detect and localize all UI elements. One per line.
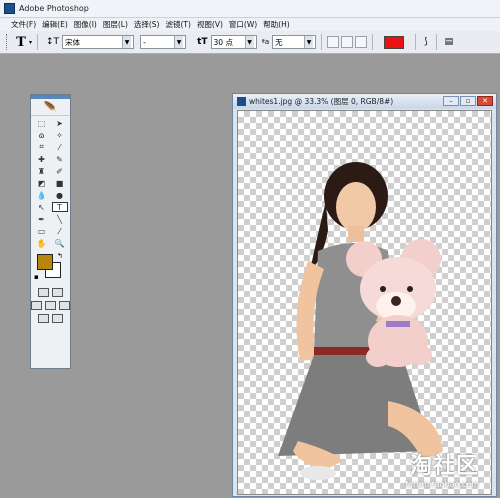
toolbox: 🪶 ⬚ ➤ ɷ ✧ ⌗ ⁄ ✚ ✎ ♜ ✐ ◩ ■ 💧 ● ↖ T ✒ ╲ ▭ … [30,94,71,369]
options-bar: T ▾ ↕T 宋体 ▼ - ▼ tT 30 点 ▼ ªa 无 ▼ ⟆ ▤ [0,31,500,54]
antialias-label: ªa [261,38,270,46]
close-button[interactable]: ✕ [477,96,493,106]
quick-mask-mode-icon[interactable] [52,288,63,297]
standard-mode-icon[interactable] [38,288,49,297]
brush-tool-icon[interactable]: ✎ [52,154,68,164]
text-color-swatch[interactable] [384,35,405,49]
tool-grid: ⬚ ➤ ɷ ✧ ⌗ ⁄ ✚ ✎ ♜ ✐ ◩ ■ 💧 ● ↖ T ✒ ╲ ▭ ⁄ … [31,116,70,250]
menu-item[interactable]: 帮助(H) [260,19,293,30]
chevron-down-icon: ▼ [244,36,254,48]
options-grip[interactable] [6,34,9,50]
eyedropper-tool-icon[interactable]: ⁄ [52,226,68,236]
menu-bar: 文件(F) 编辑(E) 图像(I) 图层(L) 选择(S) 滤镜(T) 视图(V) 窗口(W)… [0,18,500,31]
chevron-down-icon: ▼ [304,36,314,48]
divider [372,34,374,50]
slice-tool-icon[interactable]: ⁄ [52,142,68,152]
align-group [327,36,368,48]
marquee-tool-icon[interactable]: ⬚ [34,118,50,128]
window-controls: – ▫ ✕ [443,96,493,106]
subject-photo [278,162,451,480]
foreground-color-swatch[interactable] [37,254,53,270]
divider [321,34,323,50]
lasso-tool-icon[interactable]: ɷ [34,130,50,140]
dodge-tool-icon[interactable]: ● [52,190,68,200]
feather-logo-icon[interactable]: 🪶 [31,99,70,116]
menu-item[interactable]: 窗口(W) [226,19,260,30]
app-title: Adobe Photoshop [19,4,89,13]
align-left-icon[interactable] [327,36,340,48]
document-window: whites1.jpg @ 33.3% (图层 0, RGB/8#) – ▫ ✕ [232,93,497,497]
full-screen-icon[interactable] [59,301,70,310]
zoom-tool-icon[interactable]: 🔍 [52,238,68,248]
hand-tool-icon[interactable]: ✋ [34,238,50,248]
standard-screen-icon[interactable] [31,301,42,310]
chevron-down-icon: ▼ [174,36,184,48]
divider [415,34,417,50]
document-icon [237,97,246,106]
magic-wand-tool-icon[interactable]: ✧ [52,130,68,140]
font-family-value: 宋体 [65,37,81,47]
swap-colors-icon[interactable]: ↰ [57,252,63,260]
antialias-select[interactable]: 无 ▼ [272,35,317,49]
eraser-tool-icon[interactable]: ◩ [34,178,50,188]
font-style-value: - [143,37,146,47]
minimize-button[interactable]: – [443,96,459,106]
healing-brush-tool-icon[interactable]: ✚ [34,154,50,164]
path-selection-tool-icon[interactable]: ↖ [34,202,50,212]
divider [435,34,437,50]
align-center-icon[interactable] [341,36,354,48]
photoshop-logo-icon [4,3,15,14]
orientation-toggle-icon[interactable]: ↕T [46,37,59,47]
palettes-icon[interactable]: ▤ [445,37,454,47]
preset-chevron-icon[interactable]: ▾ [29,39,32,46]
document-titlebar[interactable]: whites1.jpg @ 33.3% (图层 0, RGB/8#) – ▫ ✕ [233,94,496,109]
crop-tool-icon[interactable]: ⌗ [34,142,50,152]
color-swatches: ↰ ▪ [31,250,70,284]
imageready-icon[interactable] [52,314,63,323]
warp-text-icon[interactable]: ⟆ [424,37,428,47]
type-tool-icon[interactable]: T [51,202,68,212]
menu-item[interactable]: 视图(V) [194,19,226,30]
text-tool-preset-icon[interactable]: T [13,35,29,50]
menu-item[interactable]: 文件(F) [8,19,39,30]
divider [37,34,39,50]
watermark-main: 淘社区 [409,454,479,479]
app-titlebar: Adobe Photoshop [0,0,500,18]
default-colors-icon[interactable]: ▪ [34,273,39,281]
font-size-icon: tT [197,37,208,47]
gradient-tool-icon[interactable]: ■ [52,178,68,188]
menu-item[interactable]: 编辑(E) [39,19,71,30]
document-canvas[interactable]: 淘社区 forum.taobao.com [237,110,492,495]
maximize-button[interactable]: ▫ [460,96,476,106]
screen-mode-row [31,301,70,310]
jump-row [31,314,70,323]
mask-mode-row [31,288,70,297]
move-tool-icon[interactable]: ➤ [52,118,68,128]
blur-tool-icon[interactable]: 💧 [34,190,50,200]
line-tool-icon[interactable]: ╲ [52,214,68,224]
menu-item[interactable]: 图像(I) [71,19,100,30]
document-title: whites1.jpg @ 33.3% (图层 0, RGB/8#) [249,97,394,106]
align-right-icon[interactable] [355,36,368,48]
menu-item[interactable]: 图层(L) [100,19,131,30]
antialias-value: 无 [275,37,283,47]
pen-tool-icon[interactable]: ✒ [34,214,50,224]
menu-item[interactable]: 选择(S) [131,19,163,30]
chevron-down-icon: ▼ [122,36,132,48]
history-brush-tool-icon[interactable]: ✐ [52,166,68,176]
font-family-select[interactable]: 宋体 ▼ [62,35,135,49]
watermark-url: forum.taobao.com [405,480,479,489]
menu-item[interactable]: 滤镜(T) [163,19,194,30]
jump-to-imageready-icon[interactable] [38,314,49,323]
clone-stamp-tool-icon[interactable]: ♜ [34,166,50,176]
font-size-value: 30 点 [213,37,233,47]
watermark: 淘社区 forum.taobao.com [405,448,479,489]
full-screen-menu-icon[interactable] [45,301,56,310]
font-size-select[interactable]: 30 点 ▼ [210,35,257,49]
font-style-select[interactable]: - ▼ [140,35,187,49]
notes-tool-icon[interactable]: ▭ [34,226,50,236]
